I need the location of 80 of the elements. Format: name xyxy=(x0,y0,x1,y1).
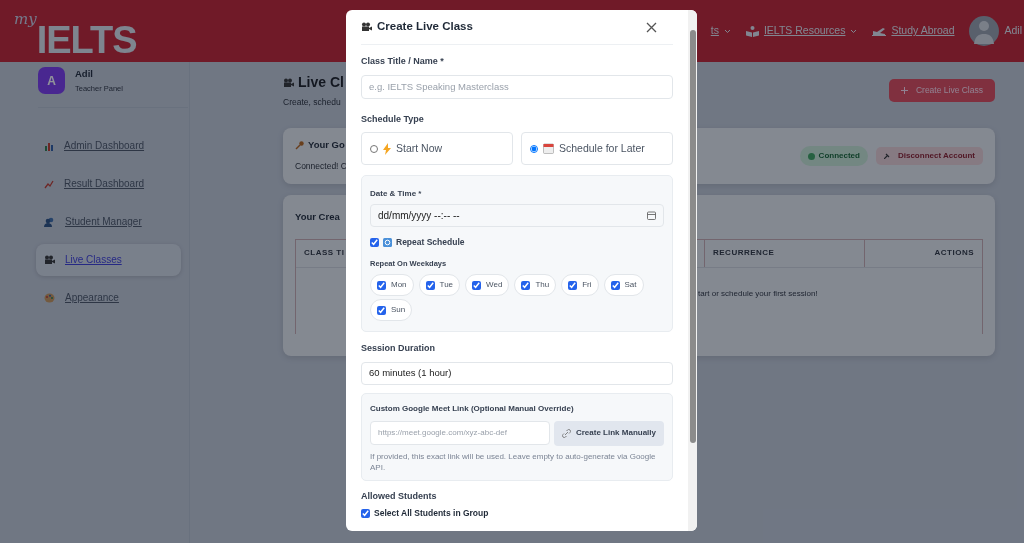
lightning-icon xyxy=(383,142,391,155)
bar-chart-icon xyxy=(44,140,54,151)
user-menu[interactable]: Adil xyxy=(969,16,1024,46)
weekday-checkbox[interactable] xyxy=(521,280,531,290)
column-header: CLASS TI xyxy=(304,247,345,259)
field-label: Session Duration xyxy=(361,342,436,355)
card-title: Your Go xyxy=(308,138,345,153)
profile-avatar: A xyxy=(38,67,65,94)
field-label: Custom Google Meet Link (Optional Manual Override) xyxy=(370,402,575,415)
field-label: Schedule Type xyxy=(361,112,425,126)
weekday-checkbox[interactable] xyxy=(568,280,578,290)
select-all-checkbox[interactable] xyxy=(361,509,370,519)
field-label: Class Title / Name * xyxy=(361,55,445,68)
session-duration-select[interactable]: 60 minutes (1 hour) xyxy=(361,361,673,385)
video-camera-icon xyxy=(44,254,55,265)
weekday-chip[interactable]: Sun xyxy=(370,299,413,321)
option-label: Start Now xyxy=(396,140,443,156)
sidebar-item[interactable]: Result Dashboard xyxy=(36,167,181,200)
empty-message: tart or schedule your first session! xyxy=(698,288,818,298)
plus-icon xyxy=(900,86,908,94)
calendar-icon xyxy=(647,211,656,220)
weekday-chip[interactable]: Fri xyxy=(561,274,599,296)
sidebar-item[interactable]: Live Classes xyxy=(36,243,181,276)
repeat-icon xyxy=(383,237,392,247)
logo-script-text: my xyxy=(14,12,37,28)
weekday-chip[interactable]: Sat xyxy=(603,274,644,296)
column-header: RECURRENCE xyxy=(713,247,775,259)
create-link-manually-button[interactable]: Create Link Manually xyxy=(553,420,664,446)
meet-link-input[interactable]: https://meet.google.com/xyz-abc-def xyxy=(370,420,550,445)
trend-line-icon xyxy=(44,178,54,189)
repeat-label: Repeat Schedule xyxy=(396,236,465,249)
card-title: Your Crea xyxy=(295,211,340,222)
weekday-chip[interactable]: Thu xyxy=(514,274,557,296)
book-reader-icon xyxy=(745,25,759,37)
column-header: ACTIONS xyxy=(934,247,974,259)
option-label: Schedule for Later xyxy=(559,140,645,156)
disconnect-account-button[interactable]: Disconnect Account xyxy=(875,147,983,165)
profile-name: Adil xyxy=(75,67,94,81)
date-time-input[interactable]: dd/mm/yyyy --:-- -- xyxy=(370,204,664,227)
connection-text: Connected! C xyxy=(295,161,347,172)
close-icon xyxy=(646,22,657,34)
create-live-class-button[interactable]: Create Live Class xyxy=(888,79,995,102)
nav-link[interactable]: Study Abroad xyxy=(872,23,955,39)
sidebar-item[interactable]: Admin Dashboard xyxy=(36,129,181,162)
user-avatar-icon xyxy=(969,16,1000,46)
video-camera-icon xyxy=(361,22,372,32)
nav-link[interactable]: IELTS Resources xyxy=(745,23,858,39)
field-label: Allowed Students xyxy=(361,489,438,503)
weekday-checkbox[interactable] xyxy=(425,280,435,290)
page-title: Live Cl xyxy=(298,73,344,92)
key-icon xyxy=(295,140,304,150)
select-all-label: Select All Students in Group xyxy=(374,507,489,520)
calendar-icon xyxy=(543,143,554,154)
connected-status-badge: Connected xyxy=(799,146,868,166)
status-dot-icon xyxy=(807,152,815,160)
weekday-chip[interactable]: Wed xyxy=(465,274,510,296)
page-subtitle: Create, schedu xyxy=(283,97,341,107)
weekday-chip[interactable]: Mon xyxy=(370,274,414,296)
nav-link[interactable]: ts xyxy=(710,23,731,39)
logo-text: IELTS xyxy=(36,26,137,56)
class-title-input[interactable]: e.g. IELTS Speaking Masterclass xyxy=(361,74,673,99)
modal-title: Create Live Class xyxy=(377,19,473,35)
weekday-checkbox[interactable] xyxy=(472,280,482,290)
repeat-checkbox[interactable] xyxy=(370,237,379,247)
palette-icon xyxy=(44,292,55,303)
sidebar-item[interactable]: Student Manager xyxy=(36,205,181,238)
help-text: If provided, this exact link will be used. Leave empty to auto-generate via Google API. xyxy=(370,450,657,474)
airplane-icon xyxy=(872,26,887,36)
weekday-checkbox[interactable] xyxy=(377,305,386,315)
sidebar-item[interactable]: Appearance xyxy=(36,281,181,314)
video-camera-icon xyxy=(283,77,294,88)
schedule-type-radio[interactable] xyxy=(370,144,378,153)
weekday-checkbox[interactable] xyxy=(377,280,386,290)
field-label: Date & Time * xyxy=(370,188,423,200)
weekday-checkbox[interactable] xyxy=(610,280,620,290)
people-icon xyxy=(44,216,55,227)
link-icon xyxy=(561,428,571,438)
schedule-type-radio[interactable] xyxy=(530,144,538,153)
weekday-chip[interactable]: Tue xyxy=(418,274,461,296)
scrollbar[interactable] xyxy=(688,10,697,531)
